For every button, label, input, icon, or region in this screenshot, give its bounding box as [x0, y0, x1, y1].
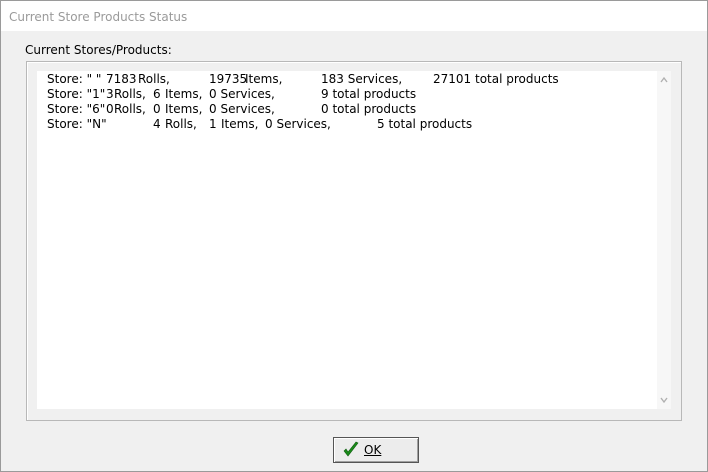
- vertical-scrollbar[interactable]: [657, 71, 671, 409]
- services-count: 0 Services,: [265, 117, 331, 131]
- store-name: Store: "1": [47, 87, 106, 101]
- title-bar[interactable]: Current Store Products Status: [1, 1, 707, 31]
- items-count: 6: [153, 87, 161, 101]
- total-products: 9 total products: [321, 87, 417, 101]
- ok-button[interactable]: OK: [333, 437, 419, 463]
- items-label: Items,: [165, 102, 203, 116]
- services-count: 0 Services,: [209, 87, 275, 101]
- ok-button-label: OK: [364, 443, 382, 457]
- rolls-label: Rolls,: [114, 102, 146, 116]
- items-label: Items,: [221, 117, 259, 131]
- rolls-count: 3: [106, 87, 114, 101]
- items-label: Items,: [165, 87, 203, 101]
- items-count: 0: [153, 102, 161, 116]
- services-count: 0 Services,: [209, 102, 275, 116]
- services-count: 183 Services,: [321, 72, 403, 86]
- group-label: Current Stores/Products:: [25, 43, 174, 57]
- checkmark-icon: [343, 441, 359, 459]
- rolls-count: 0: [106, 102, 114, 116]
- total-products: 27101 total products: [433, 72, 559, 86]
- chevron-down-icon[interactable]: [659, 395, 669, 405]
- store-name: Store: "N": [47, 117, 107, 131]
- rolls-label: Rolls,: [165, 117, 197, 131]
- total-products: 5 total products: [377, 117, 473, 131]
- dialog-window: Current Store Products Status Current St…: [0, 0, 708, 472]
- store-products-list[interactable]: Store: " " 7183 Rolls, 19735 Items, 183 …: [37, 71, 657, 409]
- rolls-label: Rolls,: [138, 72, 170, 86]
- rolls-count: 7183: [106, 72, 137, 86]
- store-name: Store: " ": [47, 72, 102, 86]
- items-label: Items,: [245, 72, 283, 86]
- items-count: 19735: [209, 72, 248, 86]
- store-name: Store: "6": [47, 102, 106, 116]
- chevron-up-icon[interactable]: [659, 75, 669, 85]
- items-count: 1: [209, 117, 217, 131]
- rolls-label: Rolls,: [114, 87, 146, 101]
- rolls-count: 4: [153, 117, 161, 131]
- total-products: 0 total products: [321, 102, 417, 116]
- window-title: Current Store Products Status: [9, 10, 188, 24]
